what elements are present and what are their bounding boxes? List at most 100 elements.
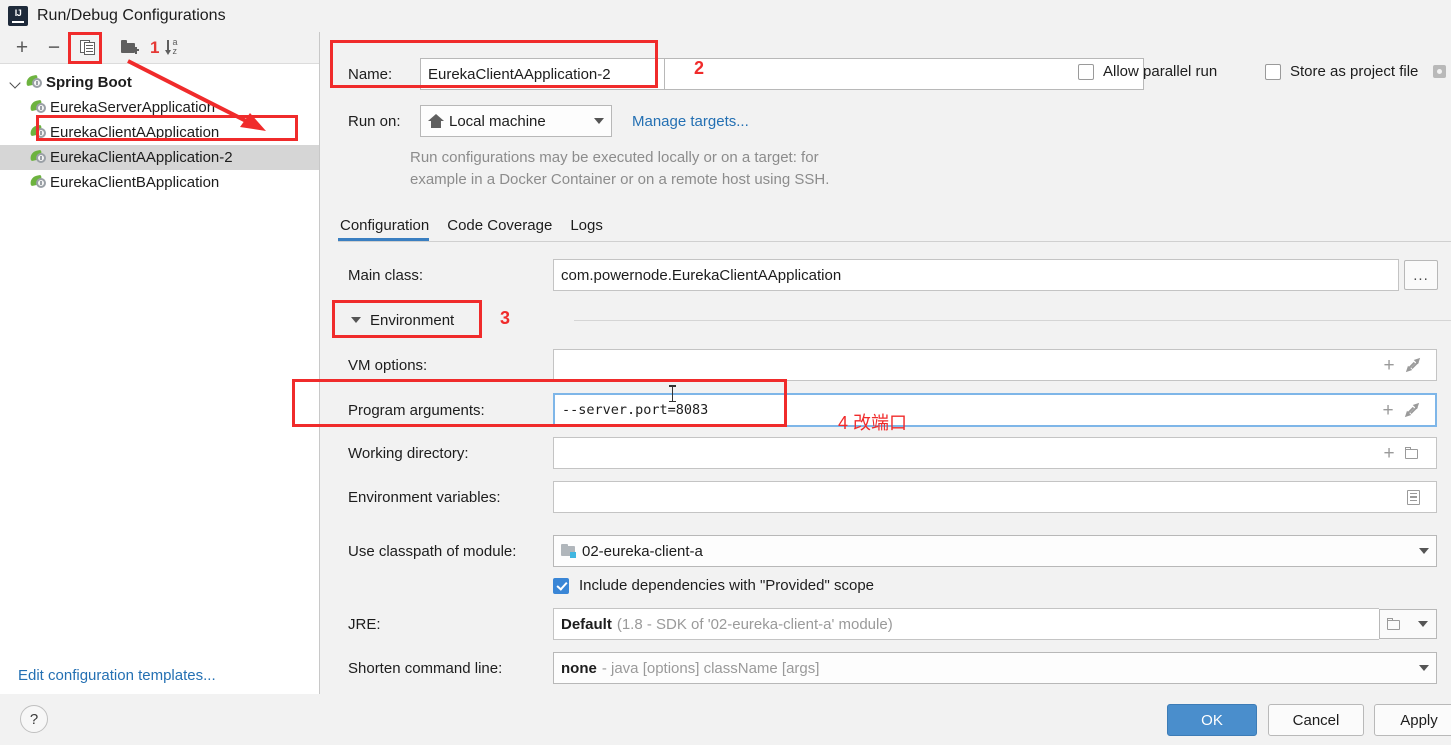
jre-row: JRE: Default (1.8 - SDK of '02-eureka-cl…	[348, 608, 1451, 640]
chevron-down-icon[interactable]	[587, 107, 611, 135]
annotation-number-3: 3	[500, 308, 511, 328]
store-as-project-file-checkbox[interactable]: Store as project file	[1265, 63, 1447, 80]
name-input-value: EurekaClientAApplication-2	[428, 65, 611, 83]
tab-configuration[interactable]: Configuration	[338, 214, 437, 241]
expand-icon	[1402, 400, 1422, 420]
environment-variables-input[interactable]	[553, 481, 1437, 513]
include-provided-label: Include dependencies with "Provided" sco…	[579, 577, 875, 594]
add-configuration-button[interactable]: +	[8, 35, 36, 61]
use-classpath-dropdown[interactable]: 02-eureka-client-a	[553, 535, 1437, 567]
minus-icon: −	[47, 36, 61, 59]
tree-group-spring-boot[interactable]: Spring Boot	[0, 70, 319, 95]
use-classpath-label: Use classpath of module:	[348, 542, 517, 560]
tabs-divider	[338, 241, 1451, 242]
description-line-1: Run configurations may be executed local…	[410, 149, 819, 166]
shorten-command-line-hint: - java [options] className [args]	[601, 659, 820, 677]
add-program-argument-button[interactable]: +	[1376, 397, 1400, 423]
remove-configuration-button[interactable]: −	[40, 35, 68, 61]
chevron-down-icon[interactable]	[1412, 654, 1436, 682]
annotation-number-1: 1	[150, 37, 160, 57]
program-arguments-actions: +	[1376, 397, 1428, 423]
manage-targets-link[interactable]: Manage targets...	[632, 113, 749, 130]
copy-configuration-button[interactable]	[74, 35, 102, 61]
dialog-title: Run/Debug Configurations	[37, 7, 226, 24]
checkbox-box[interactable]	[1078, 63, 1094, 80]
tree-item-label: EurekaClientBApplication	[50, 174, 220, 191]
name-input-extension[interactable]	[665, 58, 1144, 90]
allow-parallel-run-checkbox[interactable]: Allow parallel run	[1078, 63, 1217, 80]
expand-program-arguments-button[interactable]	[1400, 397, 1424, 423]
cancel-button[interactable]: Cancel	[1268, 704, 1364, 736]
vm-options-label: VM options:	[348, 356, 428, 374]
expand-icon	[1403, 355, 1423, 375]
store-as-project-file-label: Store as project file	[1290, 63, 1419, 80]
jre-dropdown-button[interactable]	[1409, 609, 1437, 639]
spring-boot-icon	[29, 124, 47, 140]
run-debug-configurations-dialog: Run/Debug Configurations + − 1	[0, 0, 1451, 745]
tree-item-eureka-client-a-application[interactable]: EurekaClientAApplication	[0, 120, 319, 145]
gear-icon[interactable]	[1433, 65, 1447, 78]
text-cursor	[669, 385, 676, 402]
home-icon	[428, 114, 444, 128]
shorten-command-line-dropdown[interactable]: none - java [options] className [args]	[553, 652, 1437, 684]
shorten-command-line-value: none	[561, 659, 597, 677]
checkbox-box[interactable]	[1265, 63, 1281, 80]
chevron-down-icon[interactable]	[8, 75, 24, 91]
tree-item-eureka-client-a-application-2[interactable]: EurekaClientAApplication-2	[0, 145, 319, 170]
apply-button[interactable]: Apply	[1374, 704, 1451, 736]
annotation-number-2: 2	[694, 58, 705, 78]
tab-logs[interactable]: Logs	[568, 214, 611, 241]
new-folder-icon	[121, 40, 139, 55]
add-vm-option-button[interactable]: +	[1377, 352, 1401, 378]
browse-working-directory-button[interactable]	[1401, 440, 1425, 466]
jre-label: JRE:	[348, 615, 381, 633]
run-on-dropdown[interactable]: Local machine	[420, 105, 612, 137]
main-class-label: Main class:	[348, 266, 424, 284]
jre-input[interactable]: Default (1.8 - SDK of '02-eureka-client-…	[553, 608, 1379, 640]
program-arguments-input[interactable]: --server.port=8083 +	[553, 393, 1437, 427]
edit-environment-variables-button[interactable]	[1401, 484, 1425, 510]
ok-button[interactable]: OK	[1167, 704, 1257, 736]
browse-jre-button[interactable]	[1379, 609, 1409, 639]
working-directory-row: Working directory: +	[348, 437, 1451, 469]
tabs-bar: Configuration Code Coverage Logs	[338, 214, 1451, 242]
browse-main-class-button[interactable]: ...	[1404, 260, 1438, 290]
chevron-down-icon[interactable]	[1412, 537, 1436, 565]
environment-variables-label: Environment variables:	[348, 488, 501, 506]
sort-configurations-button[interactable]: az	[164, 35, 188, 61]
vm-options-input[interactable]: +	[553, 349, 1437, 381]
help-button[interactable]: ?	[20, 705, 48, 733]
environment-section-header[interactable]: Environment	[348, 307, 1451, 333]
main-class-input[interactable]: com.powernode.EurekaClientAApplication	[553, 259, 1399, 291]
folder-icon	[1405, 446, 1421, 460]
include-provided-checkbox[interactable]: Include dependencies with "Provided" sco…	[553, 577, 874, 594]
expand-vm-options-button[interactable]	[1401, 352, 1425, 378]
add-working-directory-button[interactable]: +	[1377, 440, 1401, 466]
sort-alphabetically-icon: az	[165, 37, 187, 57]
folder-icon	[1386, 617, 1403, 631]
use-classpath-row: Use classpath of module: 02-eureka-clien…	[348, 535, 1451, 567]
configurations-sidebar: + − 1 az Spring Boot EurekaServerApplica…	[0, 32, 320, 694]
tree-group-label: Spring Boot	[46, 74, 132, 91]
new-folder-button[interactable]	[116, 35, 144, 61]
name-input[interactable]: EurekaClientAApplication-2	[420, 58, 665, 90]
chevron-down-icon[interactable]	[348, 312, 364, 328]
run-on-label: Run on:	[348, 112, 401, 130]
checkbox-box[interactable]	[553, 577, 569, 594]
tree-item-eureka-client-b-application[interactable]: EurekaClientBApplication	[0, 170, 319, 195]
tabs-list: Configuration Code Coverage Logs	[338, 214, 1451, 241]
copy-icon	[80, 39, 96, 56]
tab-code-coverage[interactable]: Code Coverage	[445, 214, 560, 241]
main-class-value: com.powernode.EurekaClientAApplication	[561, 266, 842, 284]
environment-variables-row: Environment variables:	[348, 481, 1451, 513]
run-on-row: Run on: Local machine Manage targets...	[348, 105, 749, 137]
vm-options-actions: +	[1377, 352, 1429, 378]
tree-item-eureka-server-application[interactable]: EurekaServerApplication	[0, 95, 319, 120]
main-class-row: Main class: com.powernode.EurekaClientAA…	[348, 259, 1451, 291]
use-classpath-value: 02-eureka-client-a	[582, 542, 703, 560]
program-arguments-value: --server.port=8083	[562, 402, 709, 418]
dialog-titlebar: Run/Debug Configurations	[0, 0, 1451, 32]
working-directory-input[interactable]: +	[553, 437, 1437, 469]
edit-configuration-templates-link[interactable]: Edit configuration templates...	[18, 667, 216, 684]
document-icon	[1406, 489, 1420, 505]
